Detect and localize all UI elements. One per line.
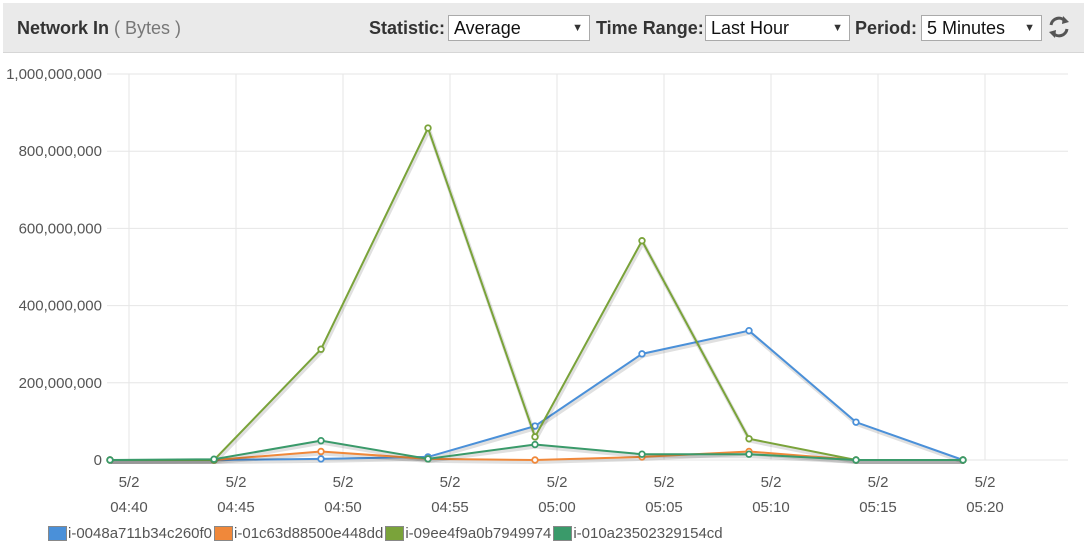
legend-label: i-01c63d88500e448dd xyxy=(234,524,384,542)
x-tick-date: 5/2 xyxy=(868,474,889,491)
x-tick-time: 05:20 xyxy=(966,499,1004,516)
data-point[interactable] xyxy=(638,450,646,458)
y-tick-label: 800,000,000 xyxy=(19,143,102,160)
legend-label: i-0048a711b34c260f0 xyxy=(68,524,213,542)
chart-header: Network In ( Bytes ) Statistic: Average … xyxy=(3,3,1084,53)
x-tick-time: 05:15 xyxy=(859,499,897,516)
legend-label: i-010a23502329154cd xyxy=(573,524,723,542)
data-point[interactable] xyxy=(317,455,325,463)
legend-label: i-09ee4f9a0b7949974 xyxy=(405,524,552,542)
period-label: Period: xyxy=(855,18,918,38)
data-point[interactable] xyxy=(638,350,646,358)
data-point[interactable] xyxy=(852,456,860,464)
x-tick-time: 04:45 xyxy=(217,499,255,516)
legend-swatch xyxy=(553,525,573,541)
x-tick-date: 5/2 xyxy=(440,474,461,491)
legend-item[interactable]: i-010a23502329154cd xyxy=(553,524,723,542)
y-tick-label: 600,000,000 xyxy=(19,220,102,237)
x-tick-time: 05:00 xyxy=(538,499,576,516)
series-shadow xyxy=(111,124,964,464)
x-tick-date: 5/2 xyxy=(226,474,247,491)
chevron-down-icon: ▼ xyxy=(572,22,583,34)
chevron-down-icon: ▼ xyxy=(1024,22,1035,34)
x-tick-date: 5/2 xyxy=(654,474,675,491)
time-range-label: Time Range: xyxy=(596,18,704,38)
y-tick-label: 1,000,000,000 xyxy=(6,66,102,83)
metric-title: Network In ( Bytes ) xyxy=(17,18,181,39)
legend-swatch xyxy=(214,525,234,541)
data-point[interactable] xyxy=(210,455,218,463)
data-point[interactable] xyxy=(317,447,325,456)
legend-swatch xyxy=(48,525,67,541)
x-tick-date: 5/2 xyxy=(975,474,996,491)
data-point[interactable] xyxy=(531,456,539,464)
data-point[interactable] xyxy=(317,437,325,445)
y-axis-ticks: 0 200,000,000 400,000,000 600,000,000 800,00… xyxy=(6,66,102,469)
statistic-label: Statistic: xyxy=(369,18,446,38)
y-tick-label: 400,000,000 xyxy=(19,298,102,315)
time-range-value: Last Hour xyxy=(711,18,790,38)
statistic-value: Average xyxy=(454,18,521,38)
x-tick-date: 5/2 xyxy=(119,474,140,491)
period-select[interactable]: 5 Minutes ▼ xyxy=(921,15,1042,41)
data-point[interactable] xyxy=(424,455,432,463)
x-tick-time: 04:40 xyxy=(110,499,148,516)
chevron-down-icon: ▼ xyxy=(832,22,843,34)
legend-item[interactable]: i-01c63d88500e448dd xyxy=(214,525,383,542)
data-point[interactable] xyxy=(317,345,325,353)
data-point[interactable] xyxy=(745,435,753,443)
data-point[interactable] xyxy=(424,124,432,132)
time-range-select[interactable]: Last Hour ▼ xyxy=(705,15,850,41)
x-tick-date: 5/2 xyxy=(761,474,782,491)
legend-item[interactable]: i-0048a711b34c260f0 xyxy=(48,525,212,542)
x-tick-date: 5/2 xyxy=(333,474,354,491)
metric-name: Network In xyxy=(17,18,110,38)
grid-lines xyxy=(107,73,1068,461)
statistic-select[interactable]: Average ▼ xyxy=(448,15,590,41)
x-axis-ticks: 5/2 04:40 5/2 04:45 5/2 04:50 5/2 04:55 5/2 05:00… xyxy=(110,474,1004,516)
data-point[interactable] xyxy=(745,326,753,335)
data-point[interactable] xyxy=(638,237,646,245)
legend-swatch xyxy=(385,525,405,541)
x-tick-time: 04:50 xyxy=(324,499,362,516)
data-point[interactable] xyxy=(531,433,539,441)
data-point[interactable] xyxy=(852,418,860,426)
period-value: 5 Minutes xyxy=(927,18,1006,38)
data-point[interactable] xyxy=(106,456,114,464)
chart-legend: i-0048a711b34c260f0 i-01c63d88500e448dd i-… xyxy=(48,523,725,543)
series-line xyxy=(110,125,963,461)
network-in-chart: 0 200,000,000 400,000,000 600,000,000 800,00… xyxy=(6,66,1068,516)
data-point[interactable] xyxy=(959,456,967,464)
data-point[interactable] xyxy=(745,450,753,458)
x-tick-time: 04:55 xyxy=(431,499,469,516)
metric-unit: ( Bytes ) xyxy=(114,18,182,38)
y-tick-label: 0 xyxy=(94,452,102,469)
legend-item[interactable]: i-09ee4f9a0b7949974 xyxy=(385,525,551,542)
refresh-icon[interactable] xyxy=(1045,13,1073,41)
x-tick-date: 5/2 xyxy=(547,474,568,491)
y-tick-label: 200,000,000 xyxy=(19,375,102,392)
data-point[interactable] xyxy=(531,440,539,449)
x-tick-time: 05:10 xyxy=(752,499,790,516)
x-tick-time: 05:05 xyxy=(645,499,683,516)
